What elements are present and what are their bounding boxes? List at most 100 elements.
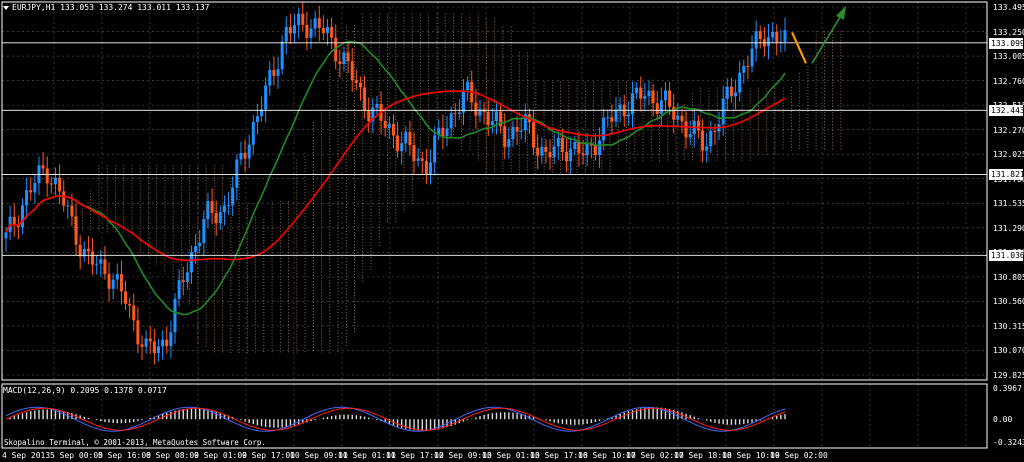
- candle-body: [729, 86, 733, 97]
- candle-body: [255, 116, 259, 122]
- candle-body: [350, 61, 354, 81]
- time-axis-label: 5 Sep 00:00: [50, 451, 103, 460]
- candle-body: [771, 31, 775, 38]
- candle-body: [490, 121, 494, 126]
- candle-body: [643, 96, 647, 99]
- candle-body: [453, 113, 457, 115]
- candle-body: [202, 219, 206, 244]
- macd-axis-label: 0.3967: [993, 384, 1022, 393]
- candle-body: [746, 65, 750, 67]
- candle-body: [404, 131, 408, 144]
- price-level-tag[interactable]: 131.036: [989, 250, 1024, 262]
- candle-body: [635, 87, 639, 94]
- candle-body: [342, 52, 346, 65]
- candle-body: [396, 135, 400, 152]
- chart-window[interactable]: EURJPY,H1 133.053 133.274 133.011 133.13…: [0, 0, 1024, 462]
- candle-body: [713, 130, 717, 132]
- candle-body: [767, 37, 771, 47]
- candle-body: [758, 31, 762, 40]
- candle-body: [41, 165, 45, 169]
- price-level-tag[interactable]: 132.443: [989, 105, 1024, 117]
- candle-body: [313, 18, 317, 29]
- candle-body: [676, 115, 680, 120]
- candle-body: [573, 142, 577, 150]
- price-axis-label: 130.070: [993, 346, 1024, 356]
- price-level-tag[interactable]: 131.821: [989, 169, 1024, 181]
- candle-body: [663, 90, 667, 101]
- candle-body: [614, 109, 618, 122]
- candle-body: [445, 128, 449, 137]
- candle-body: [243, 152, 247, 159]
- price-level-tag[interactable]: 133.099: [989, 37, 1024, 49]
- grid: [2, 2, 987, 448]
- candle-body: [684, 121, 688, 138]
- candle-body: [515, 126, 519, 132]
- candle-body: [556, 137, 560, 147]
- candle-body: [169, 332, 173, 347]
- candle-body: [659, 100, 663, 114]
- candle-body: [280, 41, 284, 70]
- candle-body: [338, 61, 342, 65]
- price-axis-label: 132.270: [993, 125, 1024, 135]
- chart-title: EURJPY,H1 133.053 133.274 133.011 133.13…: [3, 3, 209, 13]
- price-axis-label: 130.560: [993, 297, 1024, 307]
- candle-body: [62, 191, 66, 206]
- candle-body: [288, 26, 292, 34]
- candle-body: [474, 102, 478, 116]
- time-axis-label: 9 Sep 01:00: [194, 451, 247, 460]
- candle-body: [20, 205, 24, 228]
- moving-averages: [5, 40, 786, 316]
- candle-body: [668, 90, 672, 107]
- candle-body: [86, 248, 90, 252]
- candle-body: [247, 144, 251, 159]
- candle-body: [284, 26, 288, 42]
- candle-body: [503, 126, 507, 148]
- candle-body: [49, 183, 53, 185]
- candle-body: [358, 82, 362, 88]
- down-arrow-line: [790, 31, 808, 64]
- candle-body: [354, 80, 358, 83]
- ichimoku-cloud: [73, 13, 842, 354]
- candle-body: [618, 104, 622, 110]
- candle-body: [251, 121, 255, 145]
- candle-body: [565, 151, 569, 162]
- candle-body: [66, 205, 70, 207]
- candle-body: [363, 87, 367, 111]
- candle-body: [655, 103, 659, 114]
- candle-body: [148, 338, 152, 342]
- candle-body: [321, 28, 325, 34]
- candle-body: [45, 168, 49, 184]
- candle-body: [95, 263, 99, 265]
- candle-body: [214, 212, 218, 224]
- candle-body: [626, 114, 630, 117]
- candle-body: [581, 153, 585, 156]
- candle-body: [177, 280, 181, 299]
- candle-body: [536, 147, 540, 156]
- candle-body: [25, 190, 29, 206]
- candle-body: [136, 320, 140, 345]
- price-axis-label: 131.535: [993, 199, 1024, 209]
- candle-body: [416, 158, 420, 161]
- ma-fast-line: [5, 40, 786, 316]
- trend-arrows: [790, 5, 846, 64]
- candle-body: [152, 341, 156, 354]
- candle-body: [111, 279, 115, 289]
- candle-body: [511, 126, 515, 140]
- candle-body: [74, 216, 78, 245]
- candle-body: [585, 143, 589, 156]
- time-axis-label: 5 Sep 16:00: [98, 451, 151, 460]
- candle-body: [70, 205, 74, 217]
- candle-body: [29, 190, 33, 193]
- candle-body: [367, 110, 371, 122]
- candle-body: [647, 90, 651, 97]
- copyright-text: Skopalino Terminal, © 2001-2013, MetaQuo…: [4, 438, 266, 447]
- candle-body: [301, 13, 305, 25]
- candle-body: [198, 243, 202, 247]
- macd-title: MACD(12,26,9) 0.2095 0.1378 0.0717: [3, 386, 167, 395]
- candle-body: [157, 346, 161, 354]
- candle-body: [272, 69, 276, 76]
- candle-body: [132, 305, 136, 321]
- candle-body: [420, 158, 424, 161]
- time-axis-label: 4 Sep 2013: [2, 451, 51, 460]
- candle-body: [466, 81, 470, 91]
